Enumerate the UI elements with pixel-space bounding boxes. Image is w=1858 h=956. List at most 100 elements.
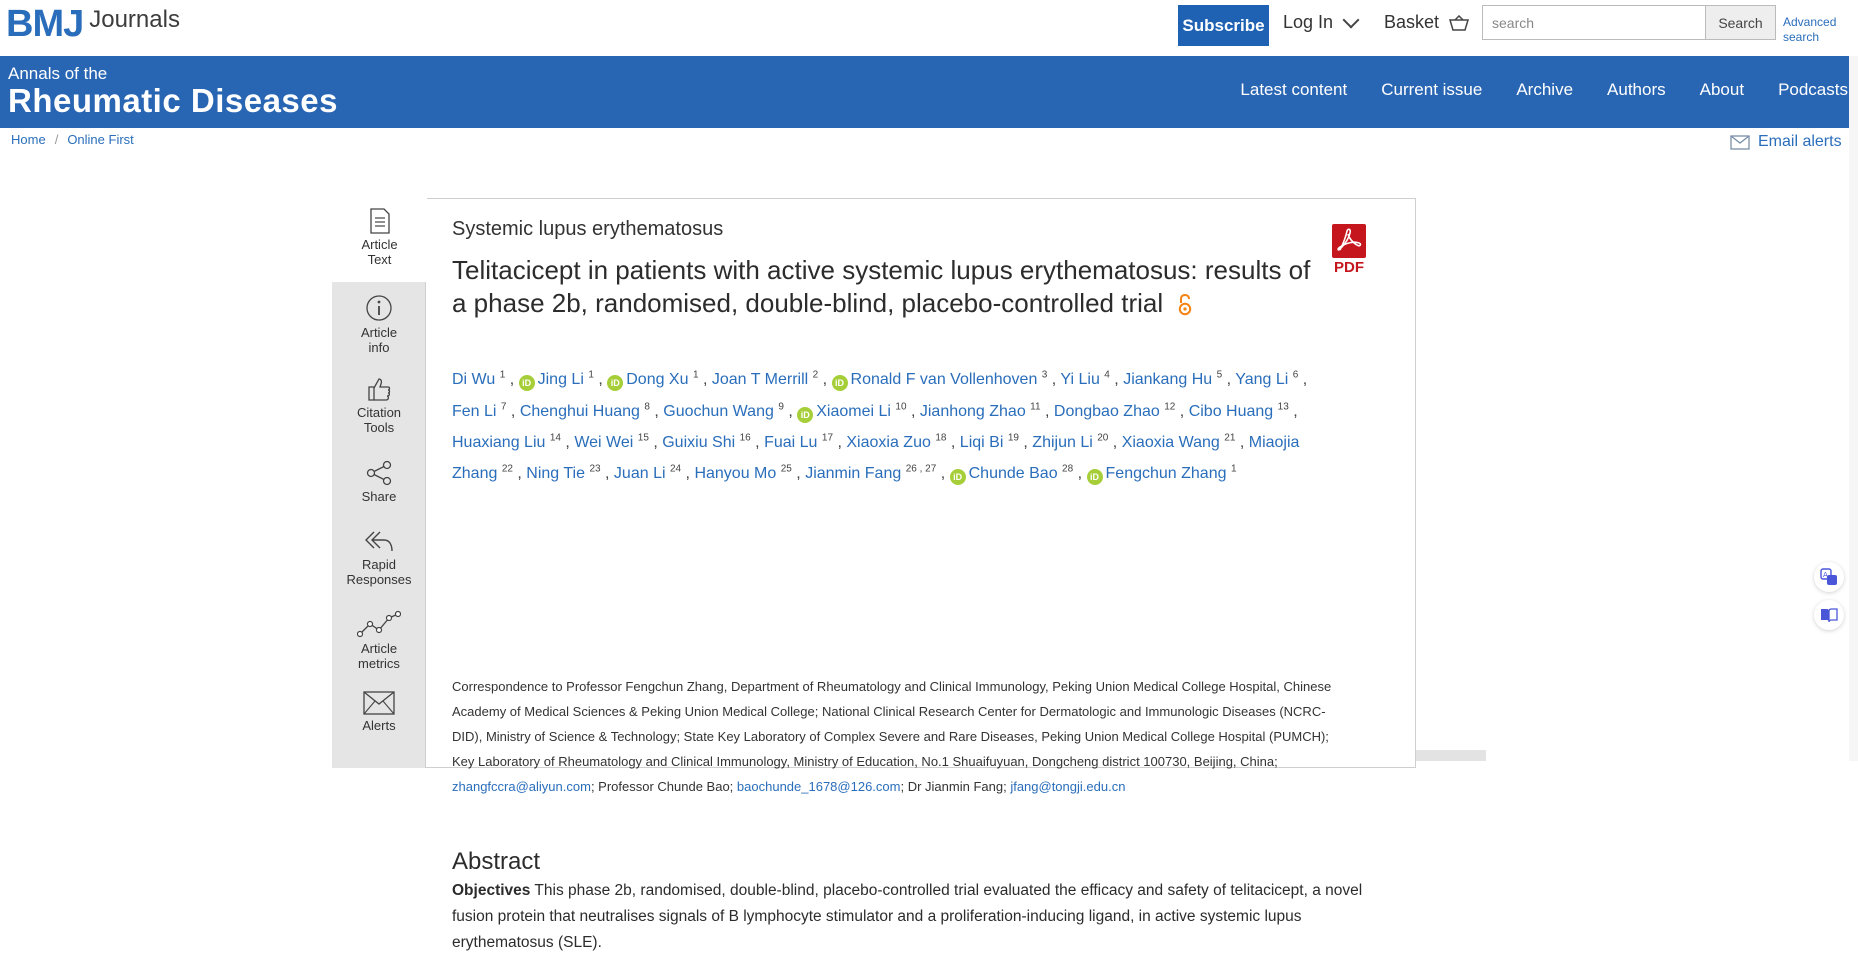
nav-latest-content[interactable]: Latest content [1240, 80, 1347, 100]
author-item: Jianmin Fang 26 , 27 , [805, 463, 950, 483]
author-name-link[interactable]: Fengchun Zhang [1106, 465, 1227, 482]
tool-citation-tools[interactable]: Citation Tools [332, 376, 426, 435]
affiliation-superscript[interactable]: 15 [638, 433, 649, 444]
email-link-fang[interactable]: jfang@tongji.edu.cn [1010, 779, 1125, 794]
orcid-icon[interactable]: iD [949, 469, 966, 486]
affiliation-superscript[interactable]: 20 [1097, 433, 1108, 444]
author-name-link[interactable]: Fuai Lu [764, 434, 817, 451]
affiliation-superscript[interactable]: 10 [895, 401, 906, 412]
tool-alerts[interactable]: Alerts [332, 691, 426, 733]
affiliation-superscript[interactable]: 28 [1062, 464, 1073, 475]
journal-title[interactable]: Annals of the Rheumatic Diseases [8, 64, 338, 118]
author-name-link[interactable]: Jianmin Fang [805, 465, 901, 482]
search-input[interactable] [1483, 6, 1705, 39]
author-item: Jiankang Hu 5 , [1123, 370, 1236, 389]
author-name-link[interactable]: Guixiu Shi [662, 434, 735, 451]
email-link-bao[interactable]: baochunde_1678@126.com [737, 779, 901, 794]
tool-label: Rapid [362, 557, 396, 572]
nav-about[interactable]: About [1700, 80, 1744, 100]
author-name-link[interactable]: Yang Li [1235, 371, 1288, 388]
author-name-link[interactable]: Yi Liu [1060, 371, 1099, 388]
author-item: Guochun Wang 9 , [663, 401, 798, 420]
nav-authors[interactable]: Authors [1607, 80, 1666, 100]
author-name-link[interactable]: Ronald F van Vollenhoven [851, 371, 1038, 388]
affiliation-superscript[interactable]: 11 [1030, 401, 1040, 412]
email-alerts-link[interactable]: Email alerts [1730, 133, 1842, 151]
affiliation-superscript[interactable]: 16 [740, 433, 751, 444]
orcid-icon[interactable]: iD [1086, 469, 1103, 486]
breadcrumb-home[interactable]: Home [11, 132, 46, 147]
author-name-link[interactable]: Dongbao Zhao [1054, 403, 1160, 420]
author-name-link[interactable]: Hanyou Mo [694, 465, 776, 482]
basket-link[interactable]: Basket [1384, 12, 1470, 33]
author-name-link[interactable]: Joan T Merrill [712, 371, 808, 388]
nav-current-issue[interactable]: Current issue [1381, 80, 1482, 100]
affiliation-superscript[interactable]: 22 [502, 464, 513, 475]
affiliation-superscript[interactable]: 23 [589, 464, 600, 475]
author-name-link[interactable]: Xiaoxia Zuo [846, 434, 931, 451]
author-name-link[interactable]: Chenghui Huang [520, 403, 640, 420]
page-scrollbar[interactable] [1849, 56, 1858, 761]
author-item: Xiaoxia Wang 21 , [1121, 432, 1249, 451]
orcid-icon[interactable]: iD [831, 375, 848, 392]
affiliation-superscript[interactable]: 25 [781, 464, 792, 475]
affiliation-superscript[interactable]: 17 [822, 433, 833, 444]
author-name-link[interactable]: Guochun Wang [663, 403, 774, 420]
bmj-journals-logo[interactable]: BMJ Journals [6, 2, 180, 46]
nav-podcasts[interactable]: Podcasts [1778, 80, 1848, 100]
author-name-link[interactable]: Juan Li [614, 465, 666, 482]
nav-archive[interactable]: Archive [1516, 80, 1573, 100]
author-name-link[interactable]: Ning Tie [526, 465, 585, 482]
advanced-search-link[interactable]: Advanced search [1783, 15, 1853, 45]
translate-widget-button[interactable]: A [1814, 562, 1844, 592]
author-name-link[interactable]: Di Wu [452, 371, 495, 388]
affiliation-superscript[interactable]: 18 [935, 433, 946, 444]
article-category[interactable]: Systemic lupus erythematosus [452, 218, 723, 241]
tool-article-info[interactable]: Article info [332, 294, 426, 355]
author-name-link[interactable]: Chunde Bao [969, 465, 1058, 482]
author-name-link[interactable]: Xiaoxia Wang [1122, 434, 1220, 451]
affiliation-superscript[interactable]: 21 [1224, 433, 1235, 444]
author-name-link[interactable]: Liqi Bi [960, 434, 1004, 451]
tool-label: Article [360, 641, 398, 656]
author-name-link[interactable]: Jiankang Hu [1123, 371, 1212, 388]
main-nav: Latest content Current issue Archive Aut… [1206, 80, 1848, 100]
affiliation-superscript[interactable]: 1 [1231, 464, 1237, 475]
orcid-icon[interactable]: iD [518, 375, 535, 392]
author-name-link[interactable]: Jianhong Zhao [920, 403, 1026, 420]
affiliation-superscript[interactable]: 19 [1008, 433, 1019, 444]
affiliation-superscript[interactable]: 13 [1278, 401, 1289, 412]
journal-banner: Annals of the Rheumatic Diseases Latest … [0, 56, 1858, 128]
author-name-link[interactable]: Wei Wei [574, 434, 633, 451]
author-name-link[interactable]: Zhijun Li [1032, 434, 1092, 451]
author-name-link[interactable]: Huaxiang Liu [452, 434, 545, 451]
author-name-link[interactable]: Xiaomei Li [816, 403, 891, 420]
orcid-icon[interactable]: iD [797, 406, 814, 423]
email-link-zhang[interactable]: zhangfccra@aliyun.com [452, 779, 591, 794]
author-name-link[interactable]: Fen Li [452, 403, 496, 420]
search-button[interactable]: Search [1705, 6, 1775, 39]
author-name-link[interactable]: Jing Li [538, 371, 584, 388]
affiliation-superscript[interactable]: 24 [670, 464, 681, 475]
affiliation-superscript[interactable]: 26 , 27 [906, 464, 937, 475]
reader-widget-button[interactable] [1814, 600, 1844, 630]
pdf-icon [1332, 224, 1366, 258]
breadcrumb-online-first[interactable]: Online First [67, 132, 133, 147]
tool-rapid-responses[interactable]: Rapid Responses [332, 528, 426, 587]
tool-article-metrics[interactable]: Article metrics [332, 610, 426, 671]
tool-article-text[interactable]: Article Text [332, 198, 427, 282]
correspondence-text: Correspondence to Professor Fengchun Zha… [452, 679, 1332, 769]
affiliation-superscript[interactable]: 14 [550, 433, 561, 444]
orcid-icon[interactable]: iD [607, 375, 624, 392]
login-dropdown[interactable]: Log In [1283, 11, 1360, 33]
subscribe-button[interactable]: Subscribe [1178, 5, 1269, 46]
author-name-link[interactable]: Dong Xu [626, 371, 688, 388]
objectives-label: Objectives [452, 882, 531, 899]
author-name-link[interactable]: Cibo Huang [1189, 403, 1274, 420]
affiliation-superscript[interactable]: 12 [1164, 401, 1175, 412]
author-item: iD Xiaomei Li 10 , [797, 401, 920, 423]
pdf-download-link[interactable]: PDF [1332, 224, 1366, 276]
correspondence-mid: ; Professor Chunde Bao; [590, 779, 737, 794]
author-item: Dongbao Zhao 12 , [1053, 401, 1189, 420]
tool-share[interactable]: Share [332, 460, 426, 504]
